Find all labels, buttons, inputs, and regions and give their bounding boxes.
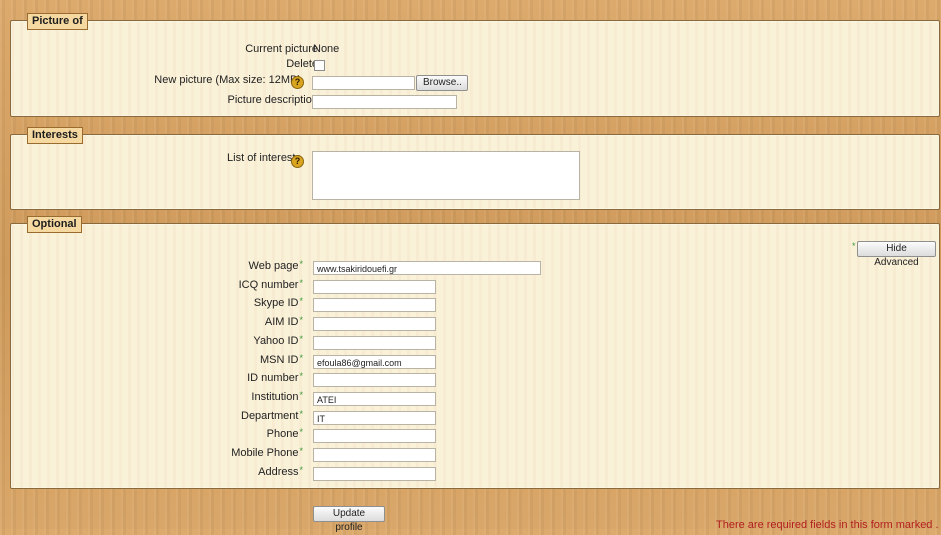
required-marker: * bbox=[299, 446, 303, 456]
picture-description-label: Picture description bbox=[227, 94, 319, 106]
field-label-text: Yahoo ID bbox=[253, 335, 299, 347]
field-input[interactable] bbox=[313, 336, 436, 350]
optional-legend: Optional bbox=[27, 216, 82, 233]
required-marker: * bbox=[852, 241, 856, 251]
field-label: MSN ID* bbox=[259, 353, 303, 366]
help-icon[interactable]: ? bbox=[291, 76, 304, 89]
field-label-text: Web page bbox=[248, 260, 299, 272]
field-label: Web page* bbox=[248, 259, 303, 272]
list-of-interests-label: List of interests bbox=[227, 152, 301, 164]
required-marker: * bbox=[299, 409, 303, 419]
field-label: Skype ID* bbox=[253, 296, 303, 309]
required-marker: * bbox=[299, 334, 303, 344]
field-label: AIM ID* bbox=[264, 315, 303, 328]
required-marker: * bbox=[299, 427, 303, 437]
field-label: Department* bbox=[241, 409, 303, 422]
help-icon[interactable]: ? bbox=[291, 155, 304, 168]
field-label: Phone* bbox=[266, 427, 303, 440]
field-label: Address* bbox=[258, 465, 303, 478]
required-marker: * bbox=[299, 371, 303, 381]
required-fields-note: There are required fields in this form m… bbox=[716, 519, 939, 531]
required-marker: * bbox=[299, 390, 303, 400]
picture-fieldset: Picture of Current picture None Delete N… bbox=[10, 13, 940, 117]
list-of-interests-textarea[interactable] bbox=[312, 151, 580, 200]
field-label: Yahoo ID* bbox=[253, 334, 303, 347]
field-input[interactable]: IT bbox=[313, 411, 436, 425]
field-label: ICQ number* bbox=[238, 278, 303, 291]
field-label: Institution* bbox=[251, 390, 303, 403]
current-picture-value: None bbox=[313, 43, 340, 55]
new-picture-label: New picture (Max size: 12MB) bbox=[154, 74, 301, 86]
browse-button[interactable]: Browse.. bbox=[416, 75, 468, 91]
interests-legend: Interests bbox=[27, 127, 83, 144]
new-picture-file-field[interactable] bbox=[312, 76, 415, 90]
field-label-text: Department bbox=[241, 410, 299, 422]
picture-legend: Picture of bbox=[27, 13, 88, 30]
update-profile-button[interactable]: Update profile bbox=[313, 506, 385, 533]
field-label: Mobile Phone* bbox=[231, 446, 303, 459]
required-marker: * bbox=[299, 278, 303, 288]
required-marker: * bbox=[299, 465, 303, 475]
field-input[interactable]: efoula86@gmail.com bbox=[313, 355, 436, 369]
field-input[interactable] bbox=[313, 448, 436, 462]
optional-fieldset: Optional * Hide Advanced Web page* www.ts… bbox=[10, 216, 940, 489]
field-input[interactable] bbox=[313, 280, 436, 294]
field-label-text: ID number bbox=[247, 372, 299, 384]
field-label-text: AIM ID bbox=[264, 316, 299, 328]
field-input[interactable] bbox=[313, 373, 436, 387]
delete-checkbox[interactable] bbox=[314, 60, 325, 71]
field-label-text: Mobile Phone bbox=[231, 447, 299, 459]
field-input[interactable] bbox=[313, 298, 436, 312]
field-input[interactable]: ATEI bbox=[313, 392, 436, 406]
interests-fieldset: Interests List of interests ? bbox=[10, 127, 940, 210]
field-input[interactable] bbox=[313, 429, 436, 443]
field-label-text: ICQ number bbox=[238, 279, 299, 291]
field-label-text: Skype ID bbox=[253, 297, 299, 309]
field-label-text: Phone bbox=[266, 428, 299, 440]
field-label-text: Address bbox=[258, 466, 299, 478]
field-input[interactable] bbox=[313, 317, 436, 331]
picture-description-input[interactable] bbox=[312, 95, 457, 109]
field-label: ID number* bbox=[247, 371, 303, 384]
required-marker: * bbox=[299, 315, 303, 325]
field-input[interactable] bbox=[313, 467, 436, 481]
required-marker: * bbox=[299, 259, 303, 269]
current-picture-label: Current picture bbox=[245, 43, 318, 55]
required-marker: * bbox=[299, 296, 303, 306]
required-marker: * bbox=[299, 353, 303, 363]
field-label-text: Institution bbox=[251, 391, 299, 403]
hide-advanced-button[interactable]: Hide Advanced bbox=[857, 241, 936, 268]
field-input[interactable]: www.tsakiridouefi.gr bbox=[313, 261, 541, 275]
field-label-text: MSN ID bbox=[259, 354, 299, 366]
